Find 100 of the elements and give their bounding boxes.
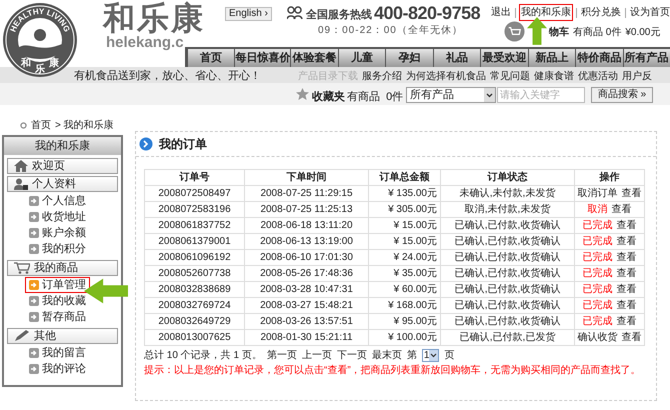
sidebar-section[interactable]: 欢迎页 [7,158,118,174]
view-link[interactable]: 查看 [622,188,642,199]
top-link[interactable]: 积分兑换 [580,4,622,21]
nav-tab[interactable]: 特价商品 [576,49,622,67]
sidebar-title: 我的和乐康 [4,137,121,155]
arrow-icon [29,348,39,358]
view-link[interactable]: 查看 [616,316,636,327]
view-link[interactable]: 查看 [612,204,632,215]
table-cell: 2008072508497 [144,186,244,202]
info-link[interactable]: 优惠活动 [578,69,618,84]
service-hours: 09：00-22：00（全年无休） [318,24,463,38]
order-action-link[interactable]: 取消订单 [578,188,618,199]
info-link[interactable]: 用户反 [622,69,652,84]
favorites-label[interactable]: 收藏夹 [312,89,345,106]
table-cell: 取消,未付款,未发货 [440,202,574,218]
top-link[interactable]: 设为首页 [629,4,670,21]
table-cell: 2008-07-25 11:25:13 [244,202,368,218]
brand-domain: helekang.c [106,35,184,50]
sidebar-section[interactable]: 我的商品 [7,260,118,276]
view-link[interactable]: 查看 [616,284,636,295]
pagination-link[interactable]: 下一页 [336,348,367,362]
view-link[interactable]: 查看 [616,220,636,231]
info-link[interactable]: 为何选择有机食品 [406,69,486,84]
table-cell: 2008-05-26 17:48:36 [244,266,368,282]
top-link[interactable]: 我的和乐康 [519,4,573,21]
order-action-link[interactable]: 已完成 [582,284,612,295]
pointer-arrow [527,16,547,46]
sidebar-item[interactable]: 暂存商品 [25,309,90,325]
nav-tab[interactable]: 所有产品 [624,49,670,67]
info-link[interactable]: 常见问题 [490,69,530,84]
breadcrumb-link[interactable]: 首页 [31,118,51,132]
nav-tab[interactable]: 儿童 [338,49,386,67]
sidebar-item[interactable]: 收货地址 [25,209,90,225]
table-cell: 已确认,已付款,收货确认 [440,234,574,250]
table-cell: 2008013007625 [144,330,244,346]
nav-tab[interactable]: 首页 [188,49,234,67]
language-button[interactable]: English › [225,7,272,21]
page-select[interactable]: 1 [422,348,440,362]
view-link[interactable]: 查看 [616,236,636,247]
sidebar-item[interactable]: 订单管理 [25,277,90,293]
sidebar-item[interactable]: 账户余额 [25,225,90,241]
table-cell: 2008-06-18 13:11:20 [244,218,368,234]
table-cell: ¥ 135.00元 [368,186,440,202]
arrow-icon [29,196,39,206]
table-cell: ¥ 60.00元 [368,282,440,298]
sidebar-item[interactable]: 我的积分 [25,241,90,257]
section-label: 个人资料 [32,176,76,192]
pagination-link[interactable]: 上一页 [302,348,332,362]
sidebar-item[interactable]: 我的留言 [25,345,90,361]
search-button[interactable]: 商品搜索 » [591,87,653,103]
table-cell: 2008061837752 [144,218,244,234]
sidebar-section[interactable]: 个人资料 [7,176,118,192]
sidebar-item[interactable]: 个人信息 [25,193,90,209]
pagination-summary: 总计 10 个记录，共 1 页。 [144,348,262,362]
sidebar-item[interactable]: 我的评论 [25,361,90,377]
pagination-link[interactable]: 最末页 [372,348,402,362]
order-action-link[interactable]: 已完成 [582,236,612,247]
table-cell: 2008-06-10 17:01:30 [244,250,368,266]
table-cell: ¥ 305.00元 [368,202,440,218]
nav-tab[interactable]: 最受欢迎 [481,49,528,67]
hotline-label: 全国服务热线 [306,8,372,23]
arrow-icon [29,228,39,238]
info-link[interactable]: 健康食谱 [534,69,574,84]
table-cell: 已确认,已付款,收货确认 [440,282,574,298]
sidebar-section[interactable]: 其他 [7,328,118,344]
column-header: 订单状态 [440,170,574,186]
table-cell: 已确认,已付款,收货确认 [440,298,574,314]
order-action-link[interactable]: 已完成 [582,252,612,263]
order-action-link[interactable]: 确认收货 [578,332,618,343]
table-cell: 2008-01-30 15:21:11 [244,330,368,346]
person-lock-icon [14,178,28,190]
top-link[interactable]: 退出 [490,4,512,21]
sidebar-item[interactable]: 我的收藏 [25,293,90,309]
arrow-icon [29,296,39,306]
table-cell: 2008032769724 [144,298,244,314]
search-field[interactable]: 请输入关键字 [497,87,585,103]
order-action-link[interactable]: 已完成 [582,268,612,279]
info-link[interactable]: 服务介绍 [362,69,402,84]
nav-tab[interactable]: 体验套餐 [291,49,338,67]
order-action-link[interactable]: 已完成 [582,316,612,327]
order-action-link[interactable]: 取消 [588,204,608,215]
view-link[interactable]: 查看 [616,300,636,311]
table-cell: 2008032838689 [144,282,244,298]
dropdown-icon [429,350,438,360]
table-cell: 2008072583196 [144,202,244,218]
order-action-link[interactable]: 已完成 [582,220,612,231]
view-link[interactable]: 查看 [616,268,636,279]
pagination-link[interactable]: 第一页 [266,348,297,362]
view-link[interactable]: 查看 [622,332,642,343]
nav-tab[interactable]: 孕妇 [386,49,433,67]
cart-count: 有商品 0件 [573,26,622,40]
pointer-arrow [84,278,128,304]
table-cell: ¥ 95.00元 [368,314,440,330]
view-link[interactable]: 查看 [616,252,636,263]
order-action-link[interactable]: 已完成 [582,300,612,311]
hotline-number: 400-820-9758 [374,2,480,25]
nav-tab[interactable]: 礼品 [434,49,480,67]
brand-title: 和乐康 [103,2,205,34]
category-select[interactable]: 所有产品 [406,87,496,103]
nav-tab[interactable]: 新品上 [528,49,576,67]
